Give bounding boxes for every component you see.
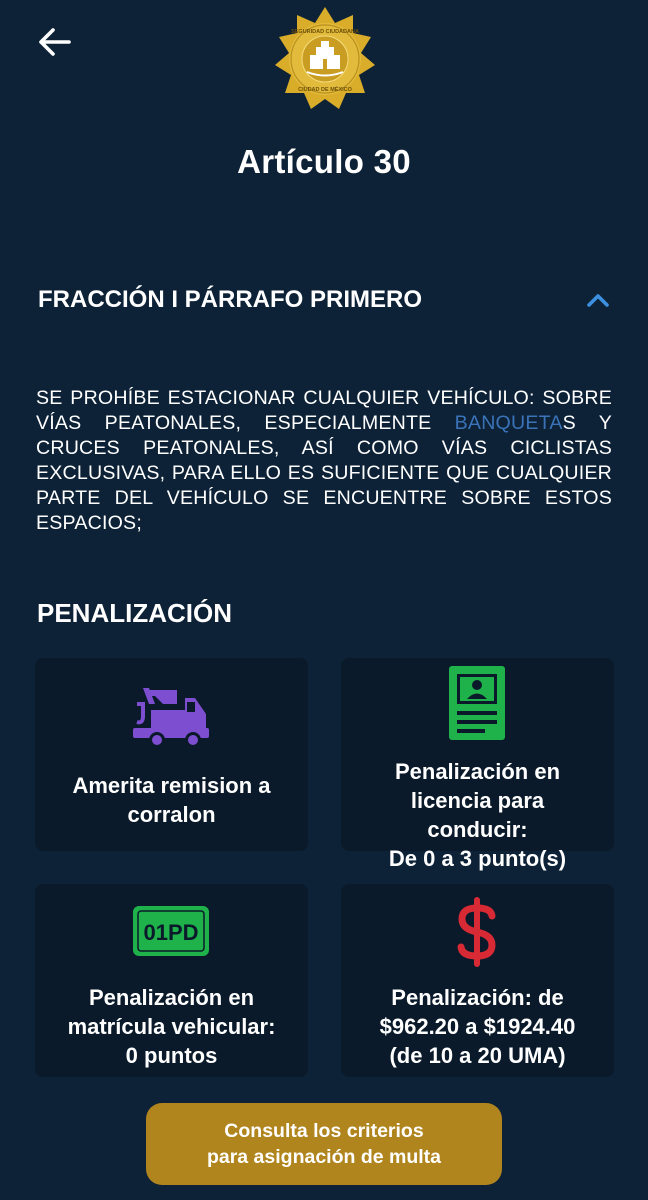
penalty-card-license: Penalización en licencia para conducir: …	[341, 658, 614, 871]
penalty-card-text: Amerita remision a corralon	[72, 773, 271, 827]
banqueta-link[interactable]: BANQUETA	[455, 412, 563, 434]
criteria-button-line2: para asignación de multa	[206, 1146, 442, 1168]
police-badge-logo: SEGURIDAD CIUDADANA CIUDAD DE MÉXICO	[275, 6, 375, 112]
penalty-card-text: Penalización: de $962.20 a $1924.40 (de …	[379, 985, 576, 1068]
tow-truck-icon	[133, 688, 209, 748]
penalty-card-fine: Penalización: de $962.20 a $1924.40 (de …	[341, 884, 614, 1077]
back-button[interactable]	[34, 24, 74, 60]
license-card-icon	[449, 666, 505, 740]
criteria-button-line1: Consulta los criterios	[224, 1120, 424, 1142]
penalization-title: PENALIZACIÓN	[37, 598, 232, 628]
svg-text:CIUDAD DE MÉXICO: CIUDAD DE MÉXICO	[298, 85, 353, 93]
dollar-icon	[457, 897, 496, 967]
fraction-title: FRACCIÓN I PÁRRAFO PRIMERO	[38, 286, 422, 313]
arrow-left-icon	[39, 28, 71, 56]
chevron-up-icon	[587, 294, 609, 307]
penalty-card-text: Penalización en licencia para conducir: …	[388, 759, 567, 871]
fraction-accordion-header[interactable]: FRACCIÓN I PÁRRAFO PRIMERO	[38, 280, 614, 320]
plate-text: 01PD	[143, 920, 198, 945]
penalty-card-text: Penalización en matrícula vehicular: 0 p…	[67, 985, 276, 1068]
penalty-card-impound: Amerita remision a corralon	[35, 658, 308, 851]
license-plate-icon: 01PD	[133, 906, 209, 956]
criteria-button[interactable]: Consulta los criterios para asignación d…	[146, 1103, 502, 1185]
penalty-card-plate: 01PD Penalización en matrícula vehicular…	[35, 884, 308, 1077]
page-title: Artículo 30	[237, 143, 411, 180]
fraction-body-text: SE PROHÍBE ESTACIONAR CUALQUIER VEHÍCULO…	[36, 386, 612, 536]
svg-text:SEGURIDAD CIUDADANA: SEGURIDAD CIUDADANA	[291, 29, 359, 35]
